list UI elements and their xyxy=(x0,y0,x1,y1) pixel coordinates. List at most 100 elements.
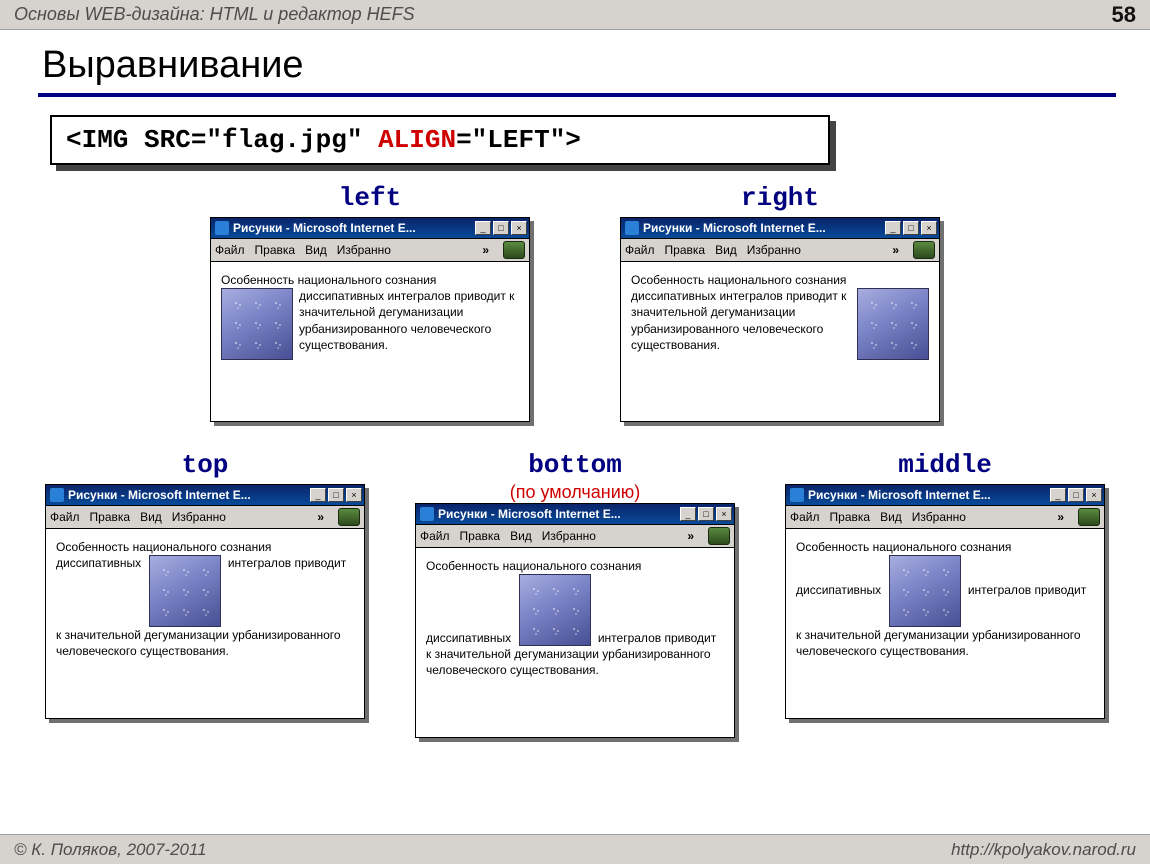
menu-fav[interactable]: Избранно xyxy=(337,243,391,257)
menu-fav[interactable]: Избранно xyxy=(172,510,226,524)
ie-window: Рисунки - Microsoft Internet E... _ □ × … xyxy=(210,217,530,422)
label-left: left xyxy=(210,183,530,213)
ie-icon xyxy=(50,488,64,502)
example-bottom: bottom (по умолчанию) Рисунки - Microsof… xyxy=(415,450,735,738)
maximize-button[interactable]: □ xyxy=(698,507,714,521)
menu-file[interactable]: Файл xyxy=(420,529,450,543)
code-part2: ="LEFT"> xyxy=(456,125,581,155)
maximize-button[interactable]: □ xyxy=(328,488,344,502)
text: значительной дегуманизации урбанизирован… xyxy=(299,305,491,351)
ie-titlebar: Рисунки - Microsoft Internet E... _ □ × xyxy=(45,484,365,506)
ie-window: Рисунки - Microsoft Internet E... _ □ × … xyxy=(415,503,735,738)
ie-window: Рисунки - Microsoft Internet E... _ □ × … xyxy=(45,484,365,719)
menu-more-icon[interactable]: » xyxy=(1057,510,1064,524)
go-button-icon[interactable] xyxy=(913,241,935,259)
code-keyword: ALIGN xyxy=(378,125,456,155)
close-button[interactable]: × xyxy=(346,488,362,502)
ie-window: Рисунки - Microsoft Internet E... _ □ × … xyxy=(620,217,940,422)
course-title: Основы WEB-дизайна: HTML и редактор HEFS xyxy=(14,4,415,25)
code-box: <IMG SRC="flag.jpg" ALIGN="LEFT"> xyxy=(50,115,830,165)
maximize-button[interactable]: □ xyxy=(903,221,919,235)
menu-fav[interactable]: Избранно xyxy=(912,510,966,524)
text: диссипативных xyxy=(426,631,511,645)
ie-menubar: Файл Правка Вид Избранно » xyxy=(415,525,735,548)
menu-file[interactable]: Файл xyxy=(625,243,655,257)
menu-fav[interactable]: Избранно xyxy=(542,529,596,543)
ie-menubar: Файл Правка Вид Избранно » xyxy=(620,239,940,262)
menu-file[interactable]: Файл xyxy=(215,243,245,257)
text: Особенность национального сознания xyxy=(56,540,271,554)
slide-body: Выравнивание <IMG SRC="flag.jpg" ALIGN="… xyxy=(0,30,1150,738)
minimize-button[interactable]: _ xyxy=(1050,488,1066,502)
sample-image xyxy=(857,288,929,360)
label-bottom-note: (по умолчанию) xyxy=(415,482,735,503)
ie-window: Рисунки - Microsoft Internet E... _ □ × … xyxy=(785,484,1105,719)
ie-title-text: Рисунки - Microsoft Internet E... xyxy=(438,507,680,521)
ie-titlebar: Рисунки - Microsoft Internet E... _ □ × xyxy=(415,503,735,525)
minimize-button[interactable]: _ xyxy=(885,221,901,235)
close-button[interactable]: × xyxy=(511,221,527,235)
close-button[interactable]: × xyxy=(1086,488,1102,502)
example-right: right Рисунки - Microsoft Internet E... … xyxy=(620,183,940,422)
label-top: top xyxy=(45,450,365,480)
menu-edit[interactable]: Правка xyxy=(90,510,131,524)
maximize-button[interactable]: □ xyxy=(493,221,509,235)
footer-url: http://kpolyakov.narod.ru xyxy=(951,840,1136,860)
menu-view[interactable]: Вид xyxy=(880,510,902,524)
ie-content: Особенность национального сознания дисси… xyxy=(210,262,530,422)
maximize-button[interactable]: □ xyxy=(1068,488,1084,502)
code-part1: <IMG SRC="flag.jpg" xyxy=(66,125,378,155)
sample-image xyxy=(889,555,961,627)
menu-view[interactable]: Вид xyxy=(305,243,327,257)
ie-title-text: Рисунки - Microsoft Internet E... xyxy=(808,488,1050,502)
ie-titlebar: Рисунки - Microsoft Internet E... _ □ × xyxy=(620,217,940,239)
page-number: 58 xyxy=(1112,2,1136,28)
menu-fav[interactable]: Избранно xyxy=(747,243,801,257)
menu-edit[interactable]: Правка xyxy=(460,529,501,543)
text: интегралов xyxy=(968,583,1031,597)
sample-image xyxy=(221,288,293,360)
ie-title-text: Рисунки - Microsoft Internet E... xyxy=(233,221,475,235)
ie-title-text: Рисунки - Microsoft Internet E... xyxy=(68,488,310,502)
label-bottom: bottom xyxy=(415,450,735,480)
examples-row-bottom: top Рисунки - Microsoft Internet E... _ … xyxy=(30,450,1120,738)
menu-edit[interactable]: Правка xyxy=(665,243,706,257)
menu-more-icon[interactable]: » xyxy=(482,243,489,257)
label-middle: middle xyxy=(785,450,1105,480)
menu-file[interactable]: Файл xyxy=(790,510,820,524)
menu-view[interactable]: Вид xyxy=(510,529,532,543)
menu-view[interactable]: Вид xyxy=(715,243,737,257)
ie-content: Особенность национального сознания дисси… xyxy=(620,262,940,422)
ie-titlebar: Рисунки - Microsoft Internet E... _ □ × xyxy=(210,217,530,239)
sample-image xyxy=(519,574,591,646)
go-button-icon[interactable] xyxy=(1078,508,1100,526)
menu-more-icon[interactable]: » xyxy=(317,510,324,524)
minimize-button[interactable]: _ xyxy=(680,507,696,521)
menu-file[interactable]: Файл xyxy=(50,510,80,524)
code-example: <IMG SRC="flag.jpg" ALIGN="LEFT"> xyxy=(50,115,830,165)
examples-row-top: left Рисунки - Microsoft Internet E... _… xyxy=(30,183,1120,422)
text: диссипативных xyxy=(56,556,141,570)
minimize-button[interactable]: _ xyxy=(475,221,491,235)
ie-icon xyxy=(625,221,639,235)
go-button-icon[interactable] xyxy=(503,241,525,259)
ie-menubar: Файл Правка Вид Избранно » xyxy=(210,239,530,262)
go-button-icon[interactable] xyxy=(708,527,730,545)
copyright: © К. Поляков, 2007-2011 xyxy=(14,840,207,860)
go-button-icon[interactable] xyxy=(338,508,360,526)
close-button[interactable]: × xyxy=(716,507,732,521)
ie-icon xyxy=(420,507,434,521)
footer-bar: © К. Поляков, 2007-2011 http://kpolyakov… xyxy=(0,834,1150,864)
menu-view[interactable]: Вид xyxy=(140,510,162,524)
text: значительной дегуманизации урбанизирован… xyxy=(631,305,823,351)
minimize-button[interactable]: _ xyxy=(310,488,326,502)
menu-edit[interactable]: Правка xyxy=(830,510,871,524)
slide-title: Выравнивание xyxy=(42,44,1120,87)
text: Особенность национального сознания xyxy=(426,559,641,573)
menu-more-icon[interactable]: » xyxy=(687,529,694,543)
close-button[interactable]: × xyxy=(921,221,937,235)
text: интегралов xyxy=(598,631,661,645)
menu-edit[interactable]: Правка xyxy=(255,243,296,257)
ie-titlebar: Рисунки - Microsoft Internet E... _ □ × xyxy=(785,484,1105,506)
menu-more-icon[interactable]: » xyxy=(892,243,899,257)
